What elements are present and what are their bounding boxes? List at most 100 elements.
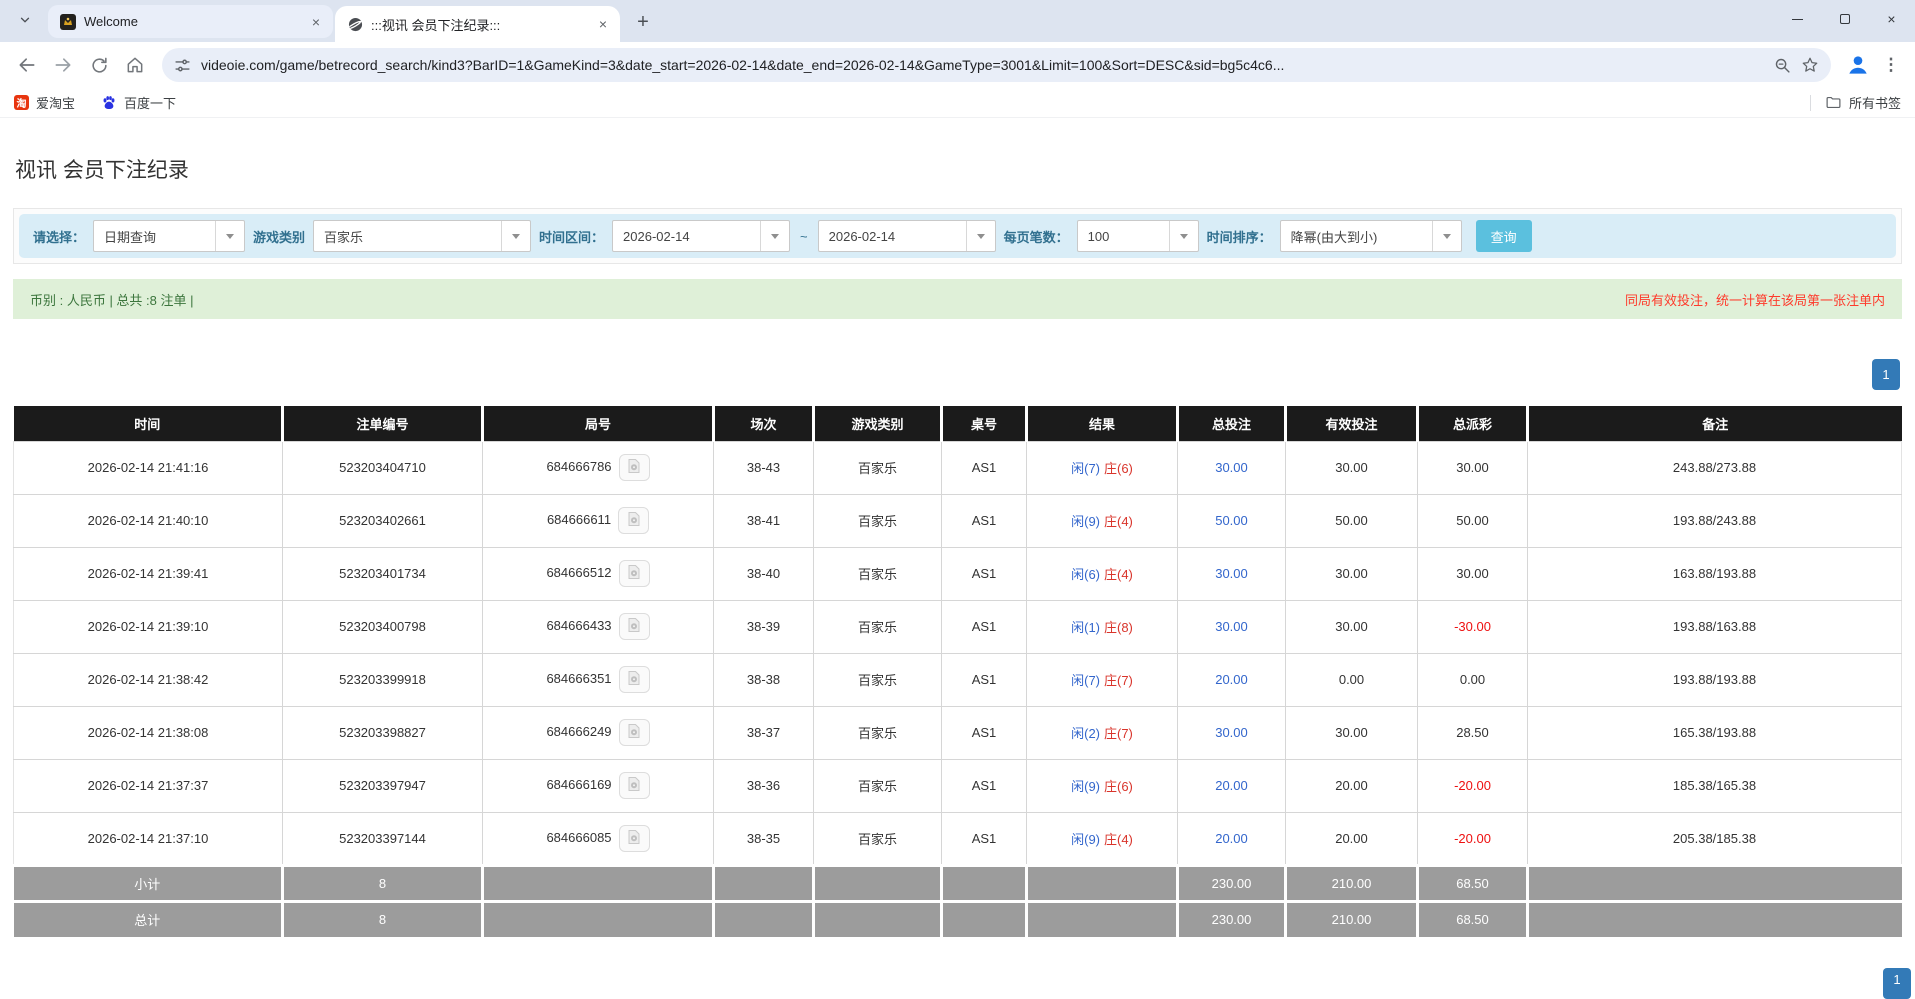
query-button[interactable]: 查询 xyxy=(1476,220,1532,252)
cell-session: 38-37 xyxy=(714,706,814,759)
video-file-icon xyxy=(626,723,642,742)
cell-round: 684666786 xyxy=(483,441,714,494)
round-number: 684666169 xyxy=(546,777,611,792)
close-tab-icon[interactable]: × xyxy=(307,13,325,31)
bottom-page-1-button[interactable]: 1 xyxy=(1883,968,1911,999)
video-replay-button[interactable] xyxy=(618,507,649,534)
video-file-icon xyxy=(626,829,642,848)
header-total-bet: 总投注 xyxy=(1178,406,1286,441)
game-kind-label: 游戏类别 xyxy=(253,227,305,246)
table-row: 2026-02-14 21:40:10523203402661684666611… xyxy=(14,494,1902,547)
cell-valid-bet: 30.00 xyxy=(1286,441,1418,494)
video-file-icon xyxy=(626,776,642,795)
url-text[interactable]: videoie.com/game/betrecord_search/kind3?… xyxy=(201,57,1764,73)
game-kind-select[interactable]: 百家乐 xyxy=(313,220,531,252)
result-banker: 庄(7) xyxy=(1104,726,1133,741)
tab-strip: Welcome × :::视讯 会员下注纪录::: × + × xyxy=(0,0,1915,42)
video-file-icon xyxy=(626,458,642,477)
cell-valid-bet: 50.00 xyxy=(1286,494,1418,547)
summary-bar: 币别 : 人民币 | 总共 :8 注单 | 同局有效投注，统一计算在该局第一张注… xyxy=(13,279,1902,319)
browser-menu-button[interactable]: ⋮ xyxy=(1877,48,1905,82)
video-replay-button[interactable] xyxy=(619,560,650,587)
forward-button[interactable] xyxy=(46,48,80,82)
tab-welcome[interactable]: Welcome × xyxy=(48,5,333,38)
tab-search-button[interactable] xyxy=(10,7,40,37)
site-settings-icon[interactable] xyxy=(174,57,191,74)
query-type-select[interactable]: 日期查询 xyxy=(93,220,245,252)
bookmarks-bar: 淘 爱淘宝 百度一下 所有书签 xyxy=(0,88,1915,118)
total-bet-link[interactable]: 20.00 xyxy=(1215,778,1248,793)
select-type-label: 请选择： xyxy=(33,227,85,246)
tab-betrecord[interactable]: :::视讯 会员下注纪录::: × xyxy=(335,6,620,42)
total-bet-link[interactable]: 30.00 xyxy=(1215,566,1248,581)
forward-arrow-icon xyxy=(53,55,73,75)
cell-payout: 0.00 xyxy=(1418,653,1528,706)
date-range-label: 时间区间： xyxy=(539,227,604,246)
video-replay-button[interactable] xyxy=(619,719,650,746)
video-file-icon xyxy=(626,511,642,530)
cell-round: 684666169 xyxy=(483,759,714,812)
total-bet-link[interactable]: 50.00 xyxy=(1215,513,1248,528)
person-icon xyxy=(1845,52,1871,78)
cell-session: 38-43 xyxy=(714,441,814,494)
cell-session: 38-40 xyxy=(714,547,814,600)
grand-total-row: 总计 8 230.00 210.00 68.50 xyxy=(14,901,1902,937)
cell-valid-bet: 20.00 xyxy=(1286,812,1418,865)
cell-table-no: AS1 xyxy=(942,494,1027,547)
all-bookmarks-button[interactable]: 所有书签 xyxy=(1825,93,1901,112)
url-bar[interactable]: videoie.com/game/betrecord_search/kind3?… xyxy=(162,48,1831,82)
result-player: 闲(1) xyxy=(1071,620,1100,635)
reload-button[interactable] xyxy=(82,48,116,82)
close-tab-icon[interactable]: × xyxy=(594,15,612,33)
close-window-button[interactable]: × xyxy=(1868,0,1915,38)
minimize-button[interactable] xyxy=(1774,0,1821,38)
result-banker: 庄(4) xyxy=(1104,514,1133,529)
cell-table-no: AS1 xyxy=(942,441,1027,494)
video-replay-button[interactable] xyxy=(619,454,650,481)
video-replay-button[interactable] xyxy=(619,666,650,693)
total-bet-link[interactable]: 30.00 xyxy=(1215,619,1248,634)
header-note: 备注 xyxy=(1528,406,1902,441)
page-1-button[interactable]: 1 xyxy=(1872,359,1900,390)
table-row: 2026-02-14 21:37:10523203397144684666085… xyxy=(14,812,1902,865)
video-replay-button[interactable] xyxy=(619,613,650,640)
date-start-select[interactable]: 2026-02-14 xyxy=(612,220,790,252)
new-tab-button[interactable]: + xyxy=(628,7,658,37)
bookmark-star-icon[interactable] xyxy=(1801,56,1819,74)
sort-select[interactable]: 降幂(由大到小) xyxy=(1280,220,1462,252)
cell-session: 38-36 xyxy=(714,759,814,812)
bookmark-baidu[interactable]: 百度一下 xyxy=(101,93,176,112)
home-button[interactable] xyxy=(118,48,152,82)
cell-payout: -20.00 xyxy=(1418,759,1528,812)
cell-table-no: AS1 xyxy=(942,706,1027,759)
round-number: 684666085 xyxy=(546,829,611,844)
zoom-icon[interactable] xyxy=(1774,57,1791,74)
cell-payout: -30.00 xyxy=(1418,600,1528,653)
back-button[interactable] xyxy=(10,48,44,82)
profile-avatar[interactable] xyxy=(1841,48,1875,82)
per-page-label: 每页笔数： xyxy=(1004,227,1069,246)
total-label: 总计 xyxy=(14,901,283,937)
result-banker: 庄(7) xyxy=(1104,673,1133,688)
cell-note: 193.88/243.88 xyxy=(1528,494,1902,547)
filter-bar: 请选择： 日期查询 游戏类别 百家乐 时间区间： 2026-02-14 ~ 20… xyxy=(19,214,1896,258)
total-bet-link[interactable]: 30.00 xyxy=(1215,460,1248,475)
total-bet-link[interactable]: 30.00 xyxy=(1215,725,1248,740)
total-bet-link[interactable]: 20.00 xyxy=(1215,831,1248,846)
video-file-icon xyxy=(626,617,642,636)
round-number: 684666611 xyxy=(547,512,611,527)
table-row: 2026-02-14 21:38:42523203399918684666351… xyxy=(14,653,1902,706)
date-end-select[interactable]: 2026-02-14 xyxy=(818,220,996,252)
bookmark-taobao[interactable]: 淘 爱淘宝 xyxy=(14,93,75,112)
cell-bet-id: 523203400798 xyxy=(283,600,483,653)
per-page-select[interactable]: 100 xyxy=(1077,220,1199,252)
video-replay-button[interactable] xyxy=(619,825,650,852)
maximize-button[interactable] xyxy=(1821,0,1868,38)
tab-title: Welcome xyxy=(84,14,299,29)
header-table-no: 桌号 xyxy=(942,406,1027,441)
video-replay-button[interactable] xyxy=(619,772,650,799)
result-player: 闲(7) xyxy=(1071,461,1100,476)
total-bet-link[interactable]: 20.00 xyxy=(1215,672,1248,687)
cell-time: 2026-02-14 21:38:42 xyxy=(14,653,283,706)
bookmarks-divider xyxy=(1810,95,1811,111)
